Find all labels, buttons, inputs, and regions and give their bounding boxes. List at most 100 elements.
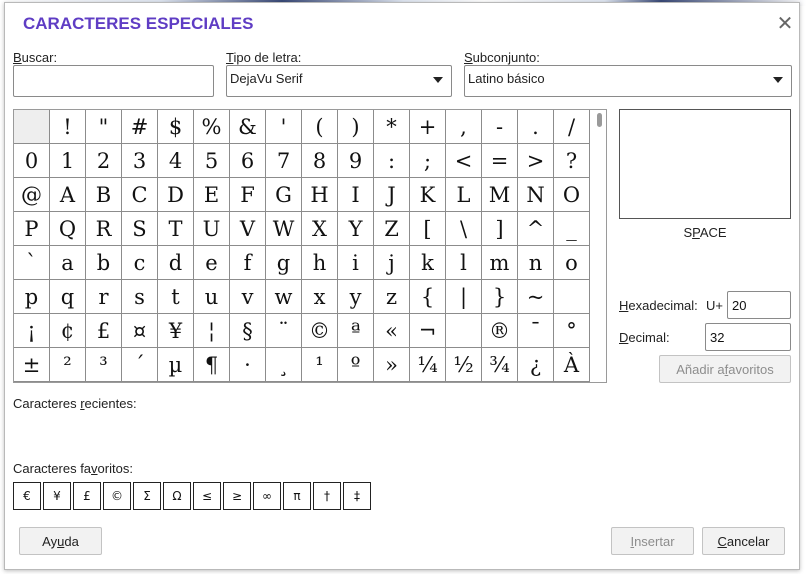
character-cell[interactable]: _ [554, 212, 590, 246]
character-cell[interactable]: ¢ [50, 314, 86, 348]
character-cell[interactable]: $ [158, 110, 194, 144]
character-cell[interactable]: » [374, 348, 410, 382]
search-input[interactable] [13, 65, 214, 97]
character-cell[interactable]: Y [338, 212, 374, 246]
character-cell[interactable]: v [230, 280, 266, 314]
favorite-character-button[interactable]: £ [73, 482, 101, 510]
character-cell[interactable]: ¡ [14, 314, 50, 348]
character-cell[interactable]: u [194, 280, 230, 314]
character-cell[interactable]: b [86, 246, 122, 280]
character-cell[interactable]: À [554, 348, 590, 382]
character-cell[interactable]: L [446, 178, 482, 212]
character-cell[interactable] [554, 280, 590, 314]
character-cell[interactable]: E [194, 178, 230, 212]
character-cell[interactable]: M [482, 178, 518, 212]
character-cell[interactable]: x [302, 280, 338, 314]
character-cell[interactable]: ± [14, 348, 50, 382]
character-cell[interactable]: ¶ [194, 348, 230, 382]
add-to-favorites-button[interactable]: Añadir a f avoritos [659, 355, 791, 383]
character-cell[interactable]: ^ [518, 212, 554, 246]
character-cell[interactable]: . [518, 110, 554, 144]
character-cell[interactable]: J [374, 178, 410, 212]
character-cell[interactable]: ] [482, 212, 518, 246]
character-cell[interactable]: ¥ [158, 314, 194, 348]
character-cell[interactable]: D [158, 178, 194, 212]
character-cell[interactable]: = [482, 144, 518, 178]
character-cell[interactable]: ( [302, 110, 338, 144]
character-cell[interactable]: f [230, 246, 266, 280]
favorite-character-button[interactable]: € [13, 482, 41, 510]
character-cell[interactable]: 5 [194, 144, 230, 178]
character-cell[interactable]: | [446, 280, 482, 314]
character-cell[interactable]: P [14, 212, 50, 246]
character-cell[interactable]: i [338, 246, 374, 280]
character-cell[interactable]: d [158, 246, 194, 280]
character-cell[interactable]: ! [50, 110, 86, 144]
grid-scrollbar[interactable] [597, 113, 602, 127]
character-cell[interactable]: > [518, 144, 554, 178]
character-cell[interactable]: ` [14, 246, 50, 280]
character-cell[interactable]: R [86, 212, 122, 246]
character-cell[interactable]: " [86, 110, 122, 144]
character-cell[interactable]: ' [266, 110, 302, 144]
character-cell[interactable]: 8 [302, 144, 338, 178]
character-cell[interactable]: & [230, 110, 266, 144]
character-cell[interactable]: ¨ [266, 314, 302, 348]
character-cell[interactable] [14, 110, 50, 144]
character-cell[interactable]: 0 [14, 144, 50, 178]
character-cell[interactable] [446, 314, 482, 348]
character-cell[interactable]: ? [554, 144, 590, 178]
character-cell[interactable]: z [374, 280, 410, 314]
favorite-character-button[interactable]: ≤ [193, 482, 221, 510]
character-cell[interactable]: e [194, 246, 230, 280]
character-cell[interactable]: \ [446, 212, 482, 246]
help-button[interactable]: Ay u da [19, 527, 102, 555]
character-cell[interactable]: X [302, 212, 338, 246]
decimal-input[interactable] [705, 323, 791, 351]
character-cell[interactable]: 9 [338, 144, 374, 178]
character-cell[interactable]: ® [482, 314, 518, 348]
insert-button[interactable]: Insertar [611, 527, 694, 555]
character-cell[interactable]: 3 [122, 144, 158, 178]
character-cell[interactable]: o [554, 246, 590, 280]
character-cell[interactable]: V [230, 212, 266, 246]
character-cell[interactable]: ¾ [482, 348, 518, 382]
character-cell[interactable]: + [410, 110, 446, 144]
character-cell[interactable]: £ [86, 314, 122, 348]
character-cell[interactable]: ½ [446, 348, 482, 382]
character-cell[interactable]: q [50, 280, 86, 314]
character-cell[interactable]: § [230, 314, 266, 348]
font-dropdown[interactable]: DejaVu Serif [226, 65, 452, 97]
favorite-character-button[interactable]: Ω [163, 482, 191, 510]
character-cell[interactable]: @ [14, 178, 50, 212]
character-cell[interactable]: µ [158, 348, 194, 382]
favorite-character-button[interactable]: ∞ [253, 482, 281, 510]
character-cell[interactable]: # [122, 110, 158, 144]
character-cell[interactable]: ; [410, 144, 446, 178]
character-cell[interactable]: ¤ [122, 314, 158, 348]
character-cell[interactable]: ¼ [410, 348, 446, 382]
character-cell[interactable]: < [446, 144, 482, 178]
character-cell[interactable]: } [482, 280, 518, 314]
character-cell[interactable]: ´ [122, 348, 158, 382]
character-cell[interactable]: K [410, 178, 446, 212]
character-cell[interactable]: , [446, 110, 482, 144]
character-cell[interactable]: U [194, 212, 230, 246]
character-cell[interactable]: [ [410, 212, 446, 246]
character-cell[interactable]: ¦ [194, 314, 230, 348]
character-cell[interactable]: ) [338, 110, 374, 144]
character-cell[interactable]: « [374, 314, 410, 348]
character-cell[interactable]: { [410, 280, 446, 314]
close-icon[interactable]: ✕ [775, 13, 795, 33]
character-cell[interactable]: g [266, 246, 302, 280]
character-cell[interactable]: ª [338, 314, 374, 348]
character-cell[interactable]: W [266, 212, 302, 246]
character-cell[interactable]: 4 [158, 144, 194, 178]
character-cell[interactable]: ¬ [410, 314, 446, 348]
character-cell[interactable]: ¸ [266, 348, 302, 382]
character-cell[interactable]: ¯ [518, 314, 554, 348]
character-cell[interactable]: t [158, 280, 194, 314]
subset-dropdown[interactable]: Latino básico [464, 65, 792, 97]
character-cell[interactable]: l [446, 246, 482, 280]
character-cell[interactable]: ² [50, 348, 86, 382]
